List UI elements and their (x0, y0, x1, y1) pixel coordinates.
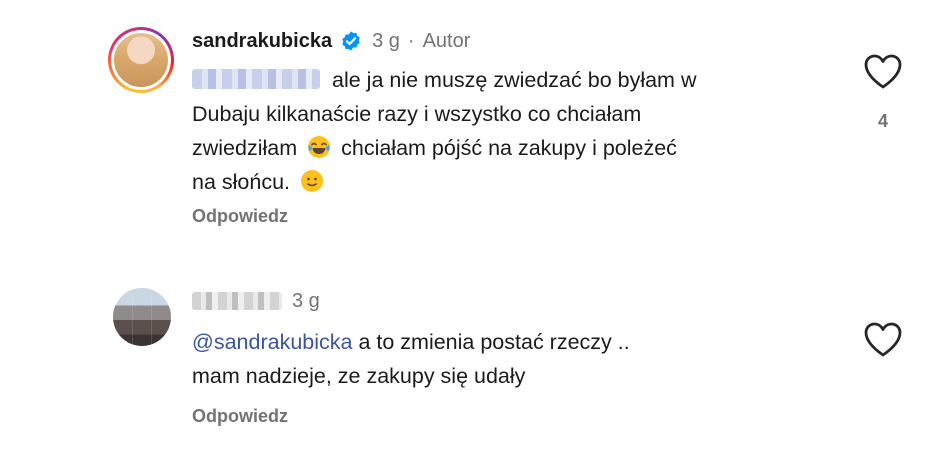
author-badge: Autor (422, 29, 471, 52)
reply-button[interactable]: Odpowiedz (192, 206, 288, 227)
comment-text: ale ja nie muszę zwiedzać bo byłam w Dub… (192, 68, 697, 194)
avatar[interactable] (108, 27, 174, 93)
username-link[interactable]: sandrakubicka (192, 30, 332, 53)
comment-text: @sandrakubicka a to zmienia postać rzecz… (192, 330, 630, 388)
comment-timestamp: 3 g (372, 29, 400, 52)
avatar-photo (114, 33, 168, 87)
heart-icon[interactable] (862, 320, 904, 360)
like-count: 4 (877, 111, 888, 131)
blurred-mention (192, 69, 320, 89)
comment-timestamp: 3 g (292, 289, 320, 312)
comment-header: sandrakubicka 3 g · Autor (192, 26, 470, 56)
blurred-username[interactable] (192, 292, 282, 310)
separator-dot: · (407, 29, 415, 52)
reply-button[interactable]: Odpowiedz (192, 406, 288, 427)
face-with-tears-of-joy-icon (308, 136, 331, 158)
slightly-smiling-face-icon (301, 170, 323, 192)
comment-header: 3 g (192, 286, 320, 316)
heart-icon[interactable] (862, 52, 904, 92)
mention-link[interactable]: @sandrakubicka (192, 330, 352, 354)
avatar[interactable] (113, 288, 171, 346)
verified-badge-icon (342, 31, 360, 51)
